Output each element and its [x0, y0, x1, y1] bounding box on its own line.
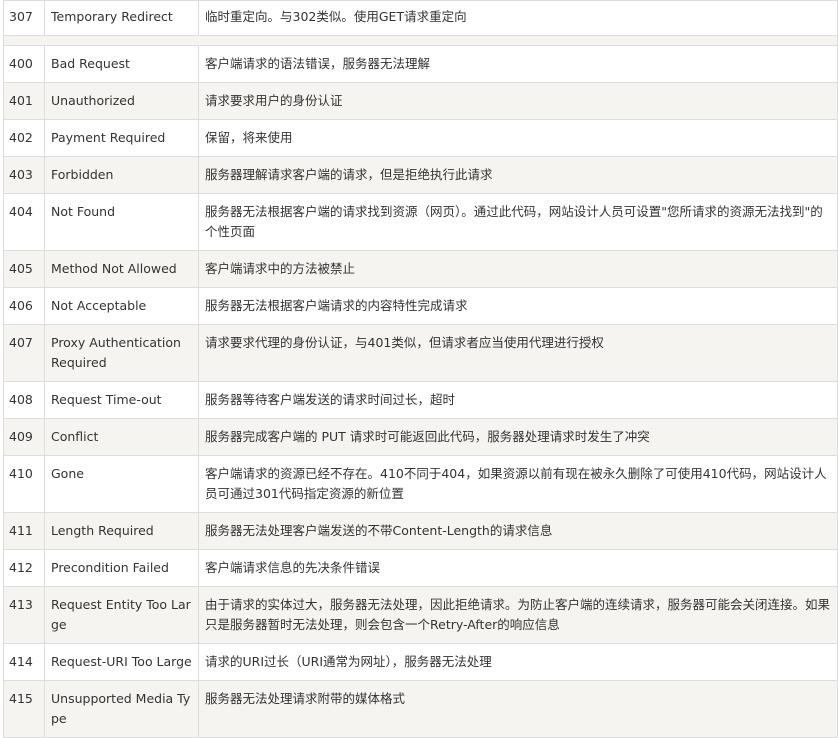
status-description-cell: 客户端请求中的方法被禁止 [198, 250, 838, 288]
status-name-cell: Gone [44, 455, 199, 513]
table-row: 403 Forbidden 服务器理解请求客户端的请求，但是拒绝执行此请求 [3, 156, 838, 194]
status-code-cell: 415 [3, 680, 45, 738]
status-description-cell: 服务器无法处理请求附带的媒体格式 [198, 680, 838, 738]
status-description-cell: 服务器无法根据客户端请求的内容特性完成请求 [198, 287, 838, 325]
status-name-cell: Temporary Redirect [44, 0, 199, 36]
status-description-cell: 请求要求用户的身份认证 [198, 82, 838, 120]
status-code-cell: 406 [3, 287, 45, 325]
status-description-cell: 服务器无法根据客户端的请求找到资源（网页）。通过此代码，网站设计人员可设置"您所… [198, 193, 838, 251]
status-description-cell: 服务器完成客户端的 PUT 请求时可能返回此代码，服务器处理请求时发生了冲突 [198, 418, 838, 456]
table-row: 401 Unauthorized 请求要求用户的身份认证 [3, 82, 838, 120]
status-code-table: 307 Temporary Redirect 临时重定向。与302类似。使用GET请… [3, 0, 838, 738]
table-row: 412 Precondition Failed 客户端请求信息的先决条件错误 [3, 549, 838, 587]
status-name-cell: Unsupported Media Type [44, 680, 199, 738]
status-description-cell: 服务器理解请求客户端的请求，但是拒绝执行此请求 [198, 156, 838, 194]
table-row: 411 Length Required 服务器无法处理客户端发送的不带Content… [3, 512, 838, 550]
table-row: 307 Temporary Redirect 临时重定向。与302类似。使用GET请… [3, 0, 838, 36]
status-description-cell: 请求的URI过长（URI通常为网址），服务器无法处理 [198, 643, 838, 681]
status-name-cell: Proxy Authentication Required [44, 324, 199, 382]
section-divider-cell [3, 35, 838, 46]
status-name-cell: Unauthorized [44, 82, 199, 120]
status-code-cell: 403 [3, 156, 45, 194]
status-code-cell: 413 [3, 586, 45, 644]
status-description-cell: 临时重定向。与302类似。使用GET请求重定向 [198, 0, 838, 36]
status-description-cell: 客户端请求的语法错误，服务器无法理解 [198, 45, 838, 83]
table-row: 404 Not Found 服务器无法根据客户端的请求找到资源（网页）。通过此代码，… [3, 193, 838, 251]
table-row: 407 Proxy Authentication Required 请求要求代理的身… [3, 324, 838, 382]
status-code-cell: 404 [3, 193, 45, 251]
status-name-cell: Request Entity Too Large [44, 586, 199, 644]
status-description-cell: 客户端请求的资源已经不存在。410不同于404，如果资源以前有现在被永久删除了可… [198, 455, 838, 513]
status-code-cell: 411 [3, 512, 45, 550]
status-description-cell: 保留，将来使用 [198, 119, 838, 157]
status-description-cell: 由于请求的实体过大，服务器无法处理，因此拒绝请求。为防止客户端的连续请求，服务器… [198, 586, 838, 644]
table-row: 400 Bad Request 客户端请求的语法错误，服务器无法理解 [3, 45, 838, 83]
status-name-cell: Payment Required [44, 119, 199, 157]
status-description-cell: 服务器无法处理客户端发送的不带Content-Length的请求信息 [198, 512, 838, 550]
status-name-cell: Length Required [44, 512, 199, 550]
status-description-cell: 请求要求代理的身份认证，与401类似，但请求者应当使用代理进行授权 [198, 324, 838, 382]
table-row: 415 Unsupported Media Type 服务器无法处理请求附带的媒体格… [3, 680, 838, 738]
status-code-cell: 408 [3, 381, 45, 419]
table-row: 409 Conflict 服务器完成客户端的 PUT 请求时可能返回此代码，服务器处… [3, 418, 838, 456]
status-code-cell: 307 [3, 0, 45, 36]
status-name-cell: Request-URI Too Large [44, 643, 199, 681]
status-code-cell: 405 [3, 250, 45, 288]
status-name-cell: Request Time-out [44, 381, 199, 419]
table-row: 413 Request Entity Too Large 由于请求的实体过大，服务器… [3, 586, 838, 644]
status-code-cell: 402 [3, 119, 45, 157]
status-description-cell: 客户端请求信息的先决条件错误 [198, 549, 838, 587]
status-name-cell: Bad Request [44, 45, 199, 83]
status-name-cell: Conflict [44, 418, 199, 456]
table-section-divider [3, 35, 838, 46]
status-description-cell: 服务器等待客户端发送的请求时间过长，超时 [198, 381, 838, 419]
table-row: 414 Request-URI Too Large 请求的URI过长（URI通常为网… [3, 643, 838, 681]
status-code-cell: 400 [3, 45, 45, 83]
status-code-cell: 414 [3, 643, 45, 681]
status-name-cell: Method Not Allowed [44, 250, 199, 288]
status-name-cell: Forbidden [44, 156, 199, 194]
table-row: 402 Payment Required 保留，将来使用 [3, 119, 838, 157]
status-code-table-body: 307 Temporary Redirect 临时重定向。与302类似。使用GET请… [3, 0, 838, 738]
table-row: 410 Gone 客户端请求的资源已经不存在。410不同于404，如果资源以前有现在… [3, 455, 838, 513]
table-row: 408 Request Time-out 服务器等待客户端发送的请求时间过长，超时 [3, 381, 838, 419]
status-code-cell: 407 [3, 324, 45, 382]
status-code-cell: 401 [3, 82, 45, 120]
table-row: 405 Method Not Allowed 客户端请求中的方法被禁止 [3, 250, 838, 288]
table-row: 406 Not Acceptable 服务器无法根据客户端请求的内容特性完成请求 [3, 287, 838, 325]
status-code-cell: 412 [3, 549, 45, 587]
status-name-cell: Not Found [44, 193, 199, 251]
status-code-cell: 409 [3, 418, 45, 456]
status-name-cell: Not Acceptable [44, 287, 199, 325]
status-code-cell: 410 [3, 455, 45, 513]
status-name-cell: Precondition Failed [44, 549, 199, 587]
